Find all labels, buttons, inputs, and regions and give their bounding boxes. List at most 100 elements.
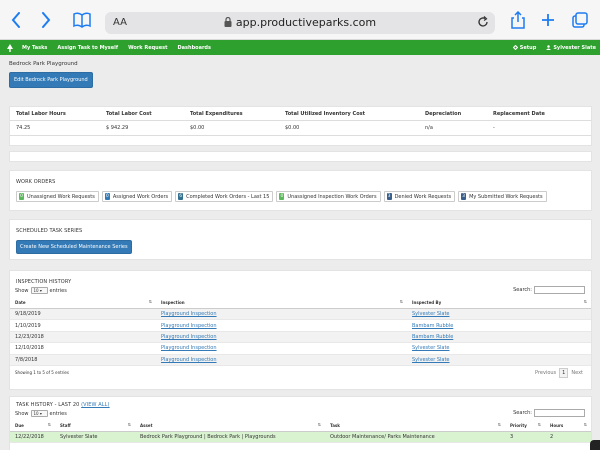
nav-work-request[interactable]: Work Request (128, 45, 167, 51)
inspection-history-title: INSPECTION HISTORY (16, 279, 72, 285)
column-header-staff[interactable]: Staff ⇅ (55, 420, 135, 432)
wo-label: Unassigned Inspection Work Orders (287, 193, 377, 200)
sort-icon: ⇅ (317, 422, 321, 427)
chat-widget-icon[interactable] (590, 440, 600, 450)
column-header-date[interactable]: Date ⇅ (10, 297, 156, 309)
app-navbar: My Tasks Assign Task to Myself Work Requ… (0, 40, 600, 55)
wo-label: Unassigned Work Requests (27, 193, 95, 200)
inspector-link[interactable]: Sylvester Slate (412, 357, 450, 363)
wo-submitted-requests[interactable]: 3 My Submitted Work Requests (458, 191, 547, 202)
inspector-link[interactable]: Bambam Rubble (412, 323, 453, 329)
page-1-button[interactable]: 1 (559, 367, 569, 378)
task-history-panel: TASK HISTORY - LAST 20 (VIEW ALL) Show 1… (9, 396, 592, 450)
work-orders-list: 0 Unassigned Work Requests 0 Assigned Wo… (16, 191, 585, 202)
entries-select[interactable]: 10 ▾ (30, 287, 48, 294)
inspection-table: Date ⇅ Inspection ⇅ Inspected By ⇅ 9/18/201… (10, 297, 591, 366)
total-expenditures: $0.00 (184, 120, 279, 136)
inspector-link[interactable]: Bambam Rubble (412, 334, 453, 340)
inspection-link[interactable]: Playground Inspection (161, 323, 217, 329)
nav-dashboards[interactable]: Dashboards (178, 45, 211, 51)
create-series-button[interactable]: Create New Scheduled Maintenance Series (16, 240, 132, 254)
search-label: Search: (513, 410, 532, 416)
wo-label: Assigned Work Orders (112, 193, 169, 200)
count-badge: 6 (178, 193, 184, 200)
column-header-inspection[interactable]: Inspection ⇅ (156, 297, 407, 309)
sort-icon: ⇅ (537, 422, 541, 427)
sort-icon: ⇅ (497, 422, 501, 427)
table-row: 12/10/2018 Playground Inspection Sylvest… (10, 342, 591, 355)
tree-logo-icon[interactable] (6, 43, 14, 52)
inspector-link[interactable]: Sylvester Slate (412, 311, 450, 317)
column-header-task[interactable]: Task ⇅ (325, 420, 505, 432)
lock-icon (224, 16, 232, 30)
inspection-link[interactable]: Playground Inspection (161, 334, 217, 340)
task-priority: 3 (505, 431, 545, 444)
table-row: 7/8/2018 Playground Inspection Sylvester… (10, 354, 591, 366)
table-row: 12/23/2018 Playground Inspection Bambam … (10, 331, 591, 344)
inspection-link[interactable]: Playground Inspection (161, 345, 217, 351)
wo-denied-requests[interactable]: 3 Denied Work Requests (383, 191, 456, 202)
sort-icon: ⇅ (47, 422, 51, 427)
column-header-due[interactable]: Due ⇅ (10, 420, 55, 432)
nav-my-tasks[interactable]: My Tasks (22, 45, 47, 51)
sort-icon: ⇅ (583, 299, 587, 304)
next-button[interactable]: Next (571, 370, 583, 376)
sort-icon: ⇅ (127, 422, 131, 427)
column-header-inspected-by[interactable]: Inspected By ⇅ (407, 297, 591, 309)
table-row[interactable]: 12/22/2018 Sylvester Slate Bedrock Park … (10, 431, 591, 444)
pagination: Previous 1 Next (535, 367, 583, 378)
nav-user[interactable]: Sylvester Slate (546, 45, 596, 51)
nav-assign-task[interactable]: Assign Task to Myself (57, 45, 118, 51)
page-title: Bedrock Park Playground (9, 61, 78, 67)
bookmarks-icon[interactable] (72, 10, 92, 30)
total-labor-cost: $ 942.29 (100, 120, 184, 136)
task-name: Outdoor Maintenance/ Parks Maintenance (325, 431, 505, 444)
summary-header: Total Labor Hours (10, 107, 100, 121)
user-icon (546, 45, 552, 50)
wo-assigned-orders[interactable]: 0 Assigned Work Orders (101, 191, 173, 202)
work-orders-panel: WORK ORDERS 0 Unassigned Work Requests 0… (9, 170, 592, 211)
inspection-date: 12/10/2018 (10, 342, 156, 355)
column-header-priority[interactable]: Priority ⇅ (505, 420, 545, 432)
task-search-input[interactable] (534, 409, 585, 417)
wo-unassigned-inspections[interactable]: 0 Unassigned Inspection Work Orders (276, 191, 381, 202)
replacement-date: - (487, 120, 591, 136)
summary-header: Total Utilized Inventory Cost (279, 107, 419, 121)
inspection-link[interactable]: Playground Inspection (161, 311, 217, 317)
edit-asset-button[interactable]: Edit Bedrock Park Playground (9, 72, 93, 88)
share-icon[interactable] (508, 10, 528, 30)
url-text: app.productiveparks.com (235, 16, 377, 29)
new-tab-icon[interactable] (538, 10, 558, 30)
setup-label: Setup (519, 44, 537, 51)
nav-setup[interactable]: Setup (512, 44, 537, 51)
previous-button[interactable]: Previous (535, 370, 556, 376)
reload-icon[interactable] (477, 16, 489, 30)
column-header-asset[interactable]: Asset ⇅ (135, 420, 325, 432)
user-name: Sylvester Slate (553, 44, 596, 51)
count-badge: 3 (461, 193, 467, 200)
wo-unassigned-requests[interactable]: 0 Unassigned Work Requests (16, 191, 99, 202)
tabs-icon[interactable] (570, 10, 590, 30)
count-badge: 0 (19, 193, 24, 200)
inspection-date: 7/8/2018 (10, 354, 156, 366)
inspection-date: 12/23/2018 (10, 331, 156, 344)
column-header-hours[interactable]: Hours ⇅ (545, 420, 591, 432)
entries-label: entries (49, 287, 67, 294)
count-badge: 0 (104, 193, 110, 200)
sort-icon: ⇅ (583, 422, 587, 427)
wo-label: My Submitted Work Requests (469, 193, 543, 200)
inspection-search-input[interactable] (534, 286, 585, 294)
wo-completed-orders[interactable]: 6 Completed Work Orders - Last 15 (175, 191, 274, 202)
address-bar[interactable]: AA app.productiveparks.com (105, 12, 495, 34)
forward-icon[interactable] (36, 10, 56, 30)
browser-toolbar: AA app.productiveparks.com (0, 0, 600, 40)
inspection-link[interactable]: Playground Inspection (161, 357, 217, 363)
inspector-link[interactable]: Sylvester Slate (412, 345, 450, 351)
task-due: 12/22/2018 (10, 431, 55, 444)
back-icon[interactable] (6, 10, 26, 30)
total-labor-hours: 74.25 (10, 120, 100, 136)
total-inventory-cost: $0.00 (279, 120, 419, 136)
table-row: 1/10/2019 Playground Inspection Bambam R… (10, 319, 591, 332)
entries-select[interactable]: 10 ▾ (30, 410, 48, 417)
task-staff: Sylvester Slate (55, 431, 135, 444)
